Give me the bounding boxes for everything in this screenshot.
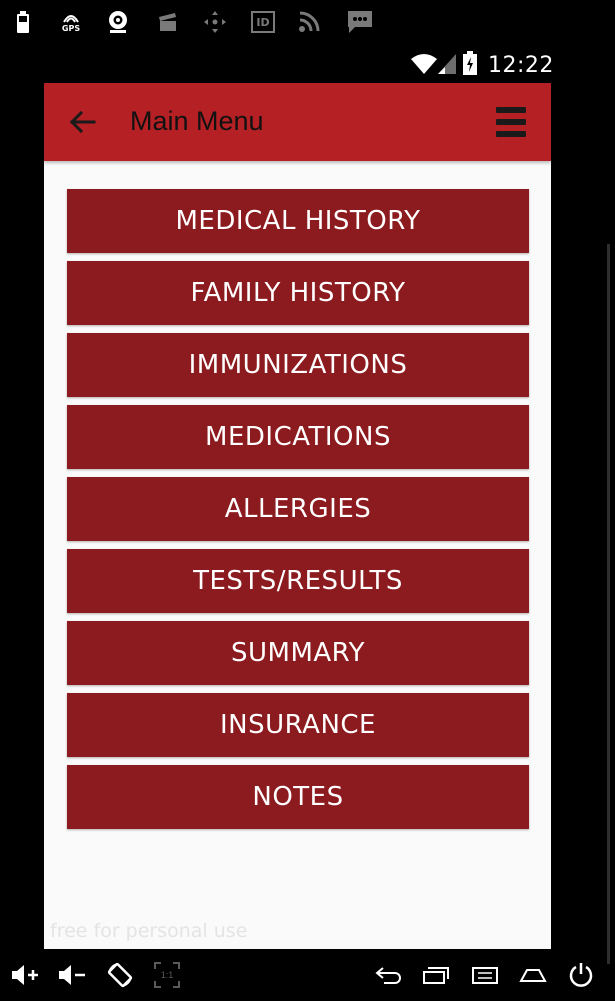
scale-icon[interactable]: 1:1 xyxy=(152,962,182,988)
clock: 12:22 xyxy=(488,53,554,78)
power-icon[interactable] xyxy=(566,962,596,988)
allergies-button[interactable]: ALLERGIES xyxy=(67,477,529,541)
rss-icon xyxy=(296,9,322,35)
menu-icon[interactable] xyxy=(470,962,500,988)
battery-charging-icon xyxy=(462,50,478,76)
recents-icon[interactable] xyxy=(421,962,451,988)
gps-label: GPS xyxy=(61,23,81,33)
notes-button[interactable]: NOTES xyxy=(67,765,529,829)
dpad-icon xyxy=(202,9,228,35)
back-button[interactable] xyxy=(64,104,100,140)
back-icon[interactable] xyxy=(373,962,403,988)
gps-icon: GPS xyxy=(56,9,86,35)
home-icon[interactable] xyxy=(518,962,548,988)
scale-label: 1:1 xyxy=(160,970,174,980)
medications-button[interactable]: MEDICATIONS xyxy=(67,405,529,469)
hamburger-icon xyxy=(496,107,526,113)
clapper-icon xyxy=(156,9,180,35)
tests-results-button[interactable]: TESTS/RESULTS xyxy=(67,549,529,613)
app-window: Main Menu MEDICAL HISTORY FAMILY HISTORY… xyxy=(44,83,551,949)
status-bar-right: 12:22 xyxy=(0,44,615,84)
main-menu-list: MEDICAL HISTORY FAMILY HISTORY IMMUNIZAT… xyxy=(67,189,529,837)
nav-bar: 1:1 xyxy=(0,950,615,1001)
watermark: free for personal use xyxy=(50,920,248,942)
signal-icon xyxy=(437,51,457,77)
id-icon: ID xyxy=(250,9,276,35)
battery-icon xyxy=(14,9,32,35)
webcam-icon xyxy=(106,9,130,35)
summary-button[interactable]: SUMMARY xyxy=(67,621,529,685)
page-title: Main Menu xyxy=(130,106,264,136)
arrow-left-icon xyxy=(69,110,96,134)
message-icon xyxy=(346,9,374,35)
family-history-button[interactable]: FAMILY HISTORY xyxy=(67,261,529,325)
volume-down-icon[interactable] xyxy=(57,962,87,988)
rotate-icon[interactable] xyxy=(105,962,135,988)
medical-history-button[interactable]: MEDICAL HISTORY xyxy=(67,189,529,253)
insurance-button[interactable]: INSURANCE xyxy=(67,693,529,757)
volume-up-icon[interactable] xyxy=(10,962,40,988)
scrollbar[interactable] xyxy=(607,244,610,964)
status-bar: GPS ID xyxy=(0,0,615,44)
toolbar: Main Menu xyxy=(44,83,551,161)
hamburger-menu-button[interactable] xyxy=(496,107,526,137)
immunizations-button[interactable]: IMMUNIZATIONS xyxy=(67,333,529,397)
wifi-icon xyxy=(410,51,438,77)
id-label: ID xyxy=(256,15,270,29)
